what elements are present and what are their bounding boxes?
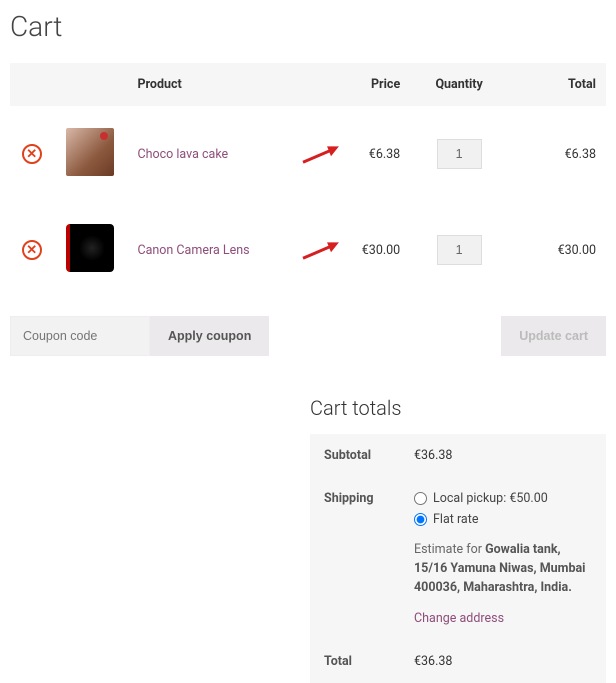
arrow-icon [301, 146, 339, 168]
product-thumbnail[interactable] [66, 128, 114, 176]
cart-actions: Apply coupon Update cart [10, 316, 606, 356]
cart-row: ✕ Choco lava cake €6.38 €6.38 [10, 106, 606, 202]
subtotal-value: €36.38 [400, 434, 606, 477]
item-total: €30.00 [558, 243, 596, 258]
remove-item-button[interactable]: ✕ [22, 144, 42, 164]
col-qty-header: Quantity [410, 63, 508, 106]
cart-table: Product Price Quantity Total ✕ Choco lava… [10, 63, 606, 298]
col-product-header: Product [127, 63, 301, 106]
quantity-input[interactable] [437, 235, 482, 265]
shipping-estimate: Estimate for Gowalia tank, 15/16 Yamuna … [414, 541, 592, 597]
apply-coupon-button[interactable]: Apply coupon [150, 316, 269, 356]
product-link[interactable]: Choco lava cake [137, 147, 228, 162]
shipping-option-label: Local pickup: €50.00 [433, 491, 548, 506]
col-thumb-header [54, 63, 128, 106]
shipping-label: Shipping [310, 477, 400, 640]
col-price-header: Price [301, 63, 410, 106]
arrow-icon [301, 242, 339, 264]
change-address-link[interactable]: Change address [414, 611, 504, 626]
shipping-option[interactable]: Flat rate [414, 512, 592, 527]
subtotal-label: Subtotal [310, 434, 400, 477]
shipping-radio[interactable] [414, 513, 427, 526]
update-cart-button[interactable]: Update cart [501, 316, 606, 356]
coupon-input[interactable] [10, 316, 150, 356]
quantity-input[interactable] [437, 139, 482, 169]
col-remove-header [10, 63, 54, 106]
shipping-radio[interactable] [414, 492, 427, 505]
product-link[interactable]: Canon Camera Lens [137, 243, 249, 258]
col-total-header: Total [508, 63, 606, 106]
shipping-option[interactable]: Local pickup: €50.00 [414, 491, 592, 506]
estimate-prefix: Estimate for [414, 542, 485, 557]
item-price: €6.38 [369, 147, 400, 162]
cart-row: ✕ Canon Camera Lens €30.00 €30.00 [10, 202, 606, 298]
product-thumbnail[interactable] [66, 224, 114, 272]
total-label: Total [310, 640, 400, 683]
page-title: Cart [10, 10, 606, 43]
cart-totals-heading: Cart totals [310, 396, 606, 420]
cart-totals: Cart totals Subtotal €36.38 Shipping Loc… [310, 396, 606, 683]
total-value: €36.38 [400, 640, 606, 683]
item-price: €30.00 [362, 243, 400, 258]
shipping-option-label: Flat rate [433, 512, 478, 527]
remove-item-button[interactable]: ✕ [22, 240, 42, 260]
item-total: €6.38 [565, 147, 596, 162]
shipping-cell: Local pickup: €50.00 Flat rate Estimate f… [400, 477, 606, 640]
